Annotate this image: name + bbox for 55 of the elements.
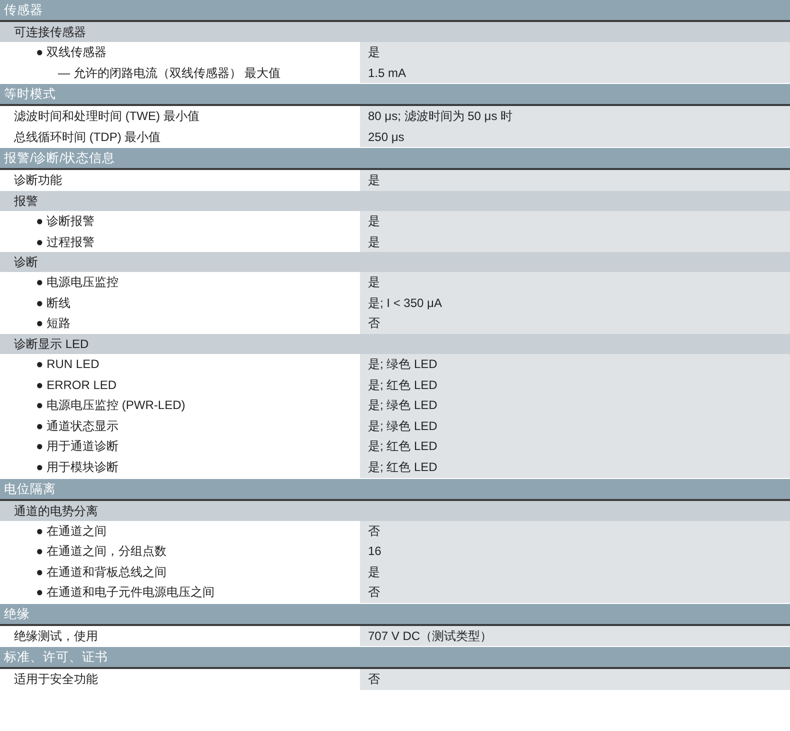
spec-label: ● 过程报警 [35,234,96,251]
spec-value: 707 V DC（测试类型） [360,626,790,646]
spec-value: 是; 绿色 LED [360,416,790,436]
spec-value: 是 [360,272,790,293]
spec-value: 是 [360,210,790,232]
section-heading: 绝缘 [0,604,790,626]
spec-value: 否 [360,669,790,690]
spec-value: 是 [360,562,790,582]
spec-value: 是; 红色 LED [360,456,790,478]
spec-value: 80 μs; 滤波时间为 50 μs 时 [360,106,790,127]
spec-label: 适用于安全功能 [13,671,99,688]
spec-label: ● 通道状态显示 [35,418,120,435]
section-heading: 传感器 [0,0,790,22]
spec-value: 是; I < 350 μA [360,292,790,314]
subsection-heading: 可连接传感器 [0,22,790,42]
spec-value: 否 [360,313,790,334]
spec-value: 是 [360,170,790,191]
spec-label: ● 在通道之间 [35,522,108,540]
spec-label: 诊断功能 [13,172,63,190]
spec-value: 是; 绿色 LED [360,395,790,416]
spec-label: ● 用于通道诊断 [35,438,120,456]
spec-value: 是; 绿色 LED [360,354,790,375]
spec-label: ● 短路 [35,315,72,332]
spec-label: 滤波时间和处理时间 (TWE) 最小值 [13,108,200,126]
spec-label: 总线循环时间 (TDP) 最小值 [13,128,162,146]
spec-value: 否 [360,582,790,603]
spec-value: 是; 红色 LED [360,436,790,457]
subsection-heading: 诊断显示 LED [0,334,790,354]
spec-value: 是 [360,232,790,252]
spec-label: ● ERROR LED [35,376,118,394]
spec-value: 1.5 mA [360,62,790,84]
spec-label: ● 在通道和电子元件电源电压之间 [35,584,216,602]
spec-label: ● 双线传感器 [35,44,108,61]
spec-label: ● 电源电压监控 [35,274,120,292]
subsection-heading: 报警 [0,190,790,211]
section-heading: 电位隔离 [0,478,790,500]
spec-label: — 允许的闭路电流（双线传感器） 最大值 [57,64,282,82]
spec-label: ● 电源电压监控 (PWR-LED) [35,397,186,414]
spec-label: ● 在通道和背板总线之间 [35,564,168,581]
spec-value: 250 μs [360,126,790,148]
subsection-heading: 诊断 [0,252,790,272]
spec-value: 是 [360,42,790,63]
section-heading: 报警/诊断/状态信息 [0,148,790,170]
spec-label: ● 用于模块诊断 [35,458,120,476]
spec-value: 16 [360,541,790,562]
spec-value: 是; 红色 LED [360,374,790,396]
spec-label: ● RUN LED [35,356,100,373]
spec-label: ● 断线 [35,294,72,312]
spec-label: 绝缘测试，使用 [13,628,99,645]
spec-value: 否 [360,520,790,542]
section-heading: 标准、许可、证书 [0,647,790,670]
spec-label: ● 在通道之间，分组点数 [35,543,168,560]
spec-label: ● 诊断报警 [35,212,96,230]
subsection-heading: 通道的电势分离 [0,500,790,520]
section-heading: 等时模式 [0,84,790,106]
